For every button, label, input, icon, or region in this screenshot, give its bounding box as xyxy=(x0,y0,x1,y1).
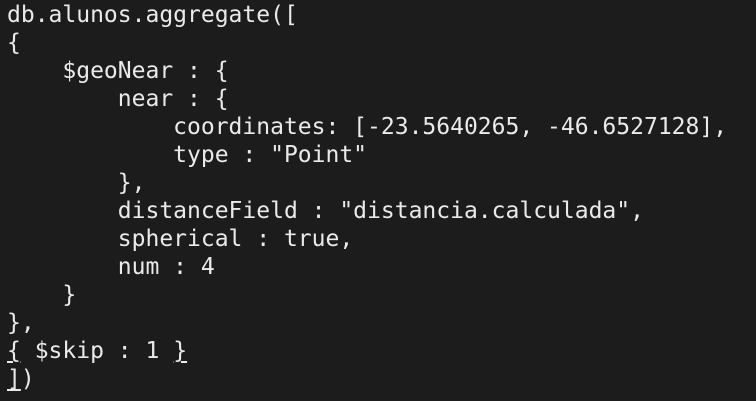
code-line-text: }, xyxy=(7,310,35,336)
code-line-text: num : 4 xyxy=(117,254,215,280)
code-line-text: $skip : 1 xyxy=(20,338,174,364)
code-line-text: { xyxy=(7,30,21,56)
code-line-13: { $skip : 1 } xyxy=(7,337,756,365)
code-line-6: type : "Point" xyxy=(7,141,756,169)
code-line-text: }, xyxy=(117,170,146,196)
code-line-2: { xyxy=(7,29,756,57)
code-line-7: }, xyxy=(7,169,756,197)
code-line-text: $geoNear : { xyxy=(62,58,229,84)
code-line-text: spherical : true, xyxy=(117,226,354,252)
terminal-window: db.alunos.aggregate([{ $geoNear : { near… xyxy=(0,0,756,401)
matched-brace-close: } xyxy=(173,338,188,364)
code-line-14: ]) xyxy=(7,365,756,393)
code-line-text: db.alunos.aggregate([ xyxy=(7,2,298,28)
matched-bracket-close: ] xyxy=(7,366,21,392)
code-line-text: distanceField : "distancia.calculada", xyxy=(117,198,644,224)
code-line-text: } xyxy=(62,282,77,308)
code-line-5: coordinates: [-23.5640265, -46.6527128], xyxy=(7,113,756,141)
code-line-text: type : "Point" xyxy=(173,142,368,168)
code-block: db.alunos.aggregate([{ $geoNear : { near… xyxy=(7,1,756,393)
code-line-8: distanceField : "distancia.calculada", xyxy=(7,197,756,225)
code-line-11: } xyxy=(7,281,756,309)
code-line-10: num : 4 xyxy=(7,253,756,281)
code-line-12: }, xyxy=(7,309,756,337)
code-line-9: spherical : true, xyxy=(7,225,756,253)
code-line-text: near : { xyxy=(117,86,229,112)
code-line-text: ) xyxy=(20,366,35,392)
matched-brace-open: { xyxy=(7,338,21,364)
code-line-text: coordinates: [-23.5640265, -46.6527128], xyxy=(173,114,728,140)
code-line-3: $geoNear : { xyxy=(7,57,756,85)
code-line-4: near : { xyxy=(7,85,756,113)
code-line-1: db.alunos.aggregate([ xyxy=(7,1,756,29)
